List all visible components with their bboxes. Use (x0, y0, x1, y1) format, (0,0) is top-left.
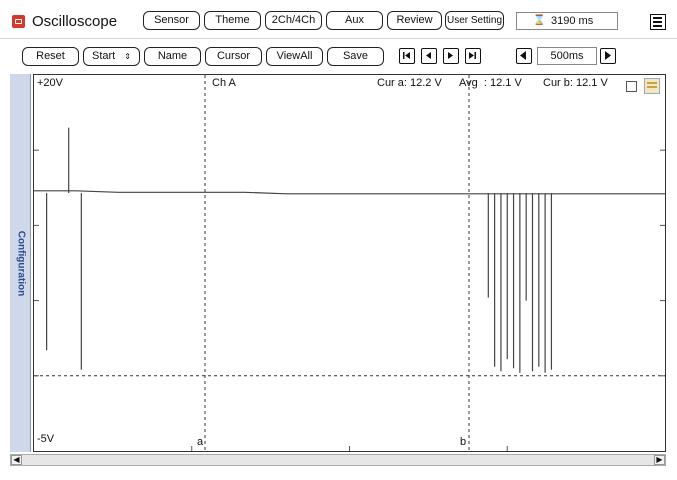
save-button[interactable]: Save (327, 47, 384, 66)
scope-canvas (34, 75, 665, 451)
skip-first-icon[interactable] (399, 48, 415, 64)
reset-button[interactable]: Reset (22, 47, 79, 66)
channel-label: Ch A (212, 77, 236, 89)
horizontal-scrollbar[interactable]: ◀ ▶ (10, 454, 666, 466)
cursor-b-label: b (460, 436, 467, 448)
start-label: Start (92, 50, 116, 62)
viewall-button[interactable]: ViewAll (266, 47, 323, 66)
voltage-trace (34, 190, 665, 195)
skip-last-icon[interactable] (465, 48, 481, 64)
clock-icon: ⌛ (533, 15, 546, 26)
cursor-a-label: a (197, 436, 204, 448)
timebase-value: 500ms (537, 47, 597, 65)
sensor-button[interactable]: Sensor (143, 11, 200, 30)
cursor-button[interactable]: Cursor (205, 47, 262, 66)
scope-plot[interactable]: +20V -5V Ch A Cur a: 12.2 V Avg : 12.1 V… (33, 74, 666, 452)
scroll-right-icon[interactable]: ▶ (654, 455, 665, 465)
app-title: Oscilloscope (32, 13, 118, 30)
configuration-label: Configuration (15, 230, 27, 296)
configuration-tab[interactable]: Configuration (10, 74, 31, 452)
time-readout-value: 3190 ms (551, 15, 594, 27)
name-button[interactable]: Name (144, 47, 201, 66)
average-readout: Avg : 12.1 V (459, 77, 522, 89)
cursor-b-readout: Cur b: 12.1 V (543, 77, 608, 89)
aux-button[interactable]: Aux (326, 11, 383, 30)
scroll-left-icon[interactable]: ◀ (11, 455, 22, 465)
app-icon (12, 15, 25, 28)
settings-icon[interactable] (644, 78, 660, 94)
updown-icon: ⇕ (124, 52, 131, 61)
step-forward-icon[interactable] (443, 48, 459, 64)
theme-button[interactable]: Theme (204, 11, 261, 30)
timebase-decrease-icon[interactable] (516, 48, 532, 64)
user-setting-button[interactable]: User Setting (445, 11, 504, 30)
timebase-increase-icon[interactable] (600, 48, 616, 64)
divider (0, 38, 677, 39)
channels-button[interactable]: 2Ch/4Ch (265, 11, 322, 30)
time-readout: ⌛ 3190 ms (516, 12, 618, 30)
y-max-label: +20V (37, 77, 63, 89)
y-min-label: -5V (37, 433, 55, 445)
cursor-a-readout: Cur a: 12.2 V (377, 77, 442, 89)
menu-icon[interactable] (650, 14, 666, 30)
checkbox[interactable] (626, 81, 637, 92)
start-select[interactable]: Start ⇕ (83, 47, 140, 66)
review-button[interactable]: Review (387, 11, 442, 30)
step-back-icon[interactable] (421, 48, 437, 64)
